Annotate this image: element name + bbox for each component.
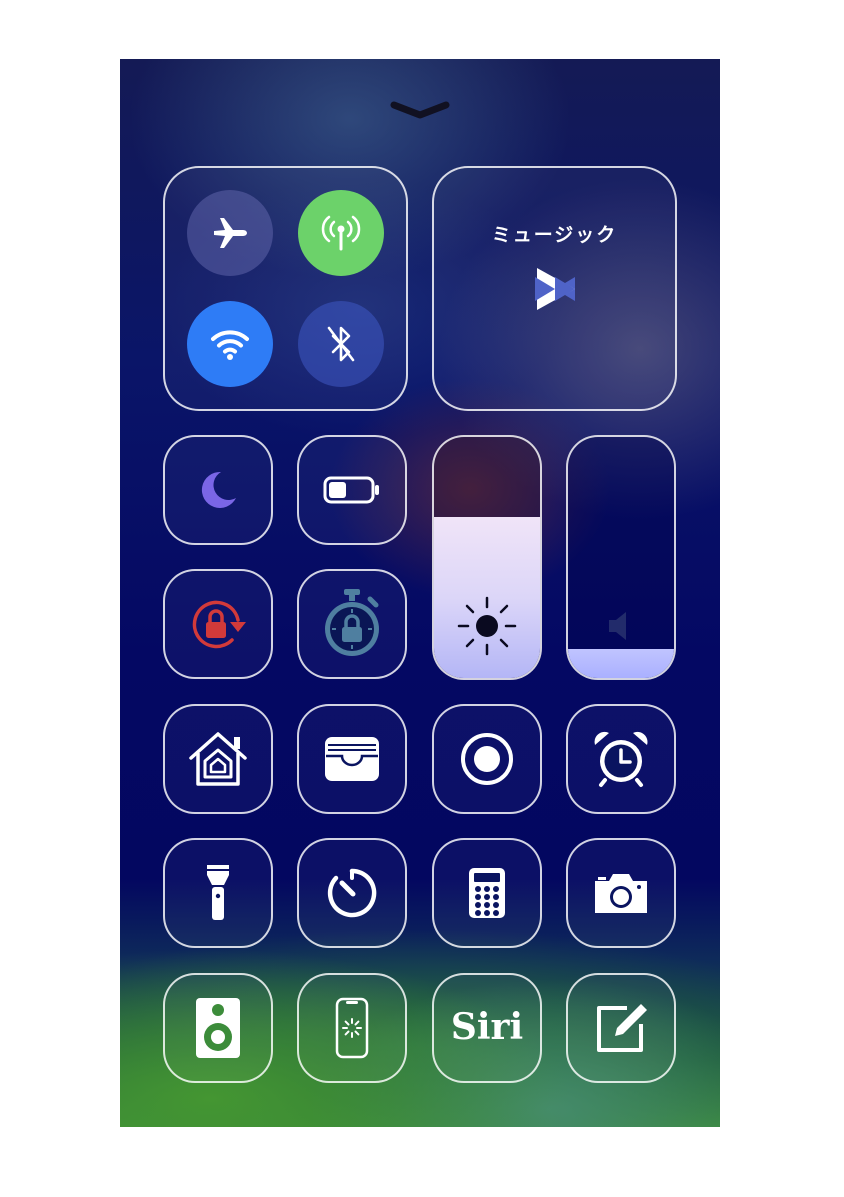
rotation-lock-icon — [192, 600, 246, 649]
siri-button[interactable]: Siri — [432, 973, 542, 1083]
notes-button[interactable] — [566, 973, 676, 1083]
camera-button[interactable] — [566, 838, 676, 948]
flashlight-button[interactable] — [163, 838, 273, 948]
screen-recording-button[interactable] — [432, 704, 542, 814]
speaker-icon — [196, 998, 240, 1058]
airplane-mode-toggle[interactable] — [187, 190, 273, 276]
control-center: ミュージック Siri — [120, 59, 720, 1127]
volume-slider[interactable] — [566, 435, 676, 680]
timer-button[interactable] — [297, 838, 407, 948]
do-not-disturb-button[interactable] — [163, 435, 273, 545]
home-button[interactable] — [163, 704, 273, 814]
speaker-volume-icon — [609, 612, 626, 640]
sun-icon — [457, 596, 517, 656]
wifi-toggle[interactable] — [187, 301, 273, 387]
camera-icon — [595, 874, 647, 913]
music-panel[interactable]: ミュージック — [432, 166, 677, 411]
alarm-button[interactable] — [566, 704, 676, 814]
moon-icon — [201, 471, 236, 508]
speaker-button[interactable] — [163, 973, 273, 1083]
iphone-loading-icon — [335, 997, 369, 1059]
rotation-lock-button[interactable] — [163, 569, 273, 679]
calculator-icon — [469, 868, 505, 918]
bluetooth-toggle[interactable] — [298, 301, 384, 387]
screen-record-icon — [461, 733, 513, 785]
battery-icon — [323, 476, 379, 504]
low-power-mode-button[interactable] — [297, 435, 407, 545]
wallet-button[interactable] — [297, 704, 407, 814]
timer-icon — [327, 868, 377, 918]
dismiss-chevron-icon[interactable] — [390, 99, 450, 121]
bluetooth-off-icon — [327, 326, 355, 362]
stopwatch-lock-icon — [325, 589, 379, 656]
iphone-restore-button[interactable] — [297, 973, 407, 1083]
wallet-icon — [325, 737, 379, 781]
home-icon — [189, 732, 247, 786]
wifi-icon — [211, 330, 249, 360]
compose-note-icon — [597, 1004, 647, 1052]
flashlight-icon — [207, 865, 229, 920]
airplane-icon — [214, 218, 247, 248]
calculator-button[interactable] — [432, 838, 542, 948]
brightness-slider[interactable] — [432, 435, 542, 680]
siri-label: Siri — [450, 1006, 524, 1048]
cellular-antenna-icon — [321, 215, 361, 251]
music-title: ミュージック — [491, 224, 618, 246]
cellular-data-toggle[interactable] — [298, 190, 384, 276]
volume-level-fill — [568, 649, 674, 678]
fast-forward-icon[interactable] — [533, 274, 577, 304]
connectivity-panel — [163, 166, 408, 411]
screen-time-lock-button[interactable] — [297, 569, 407, 679]
alarm-clock-icon — [594, 731, 648, 787]
